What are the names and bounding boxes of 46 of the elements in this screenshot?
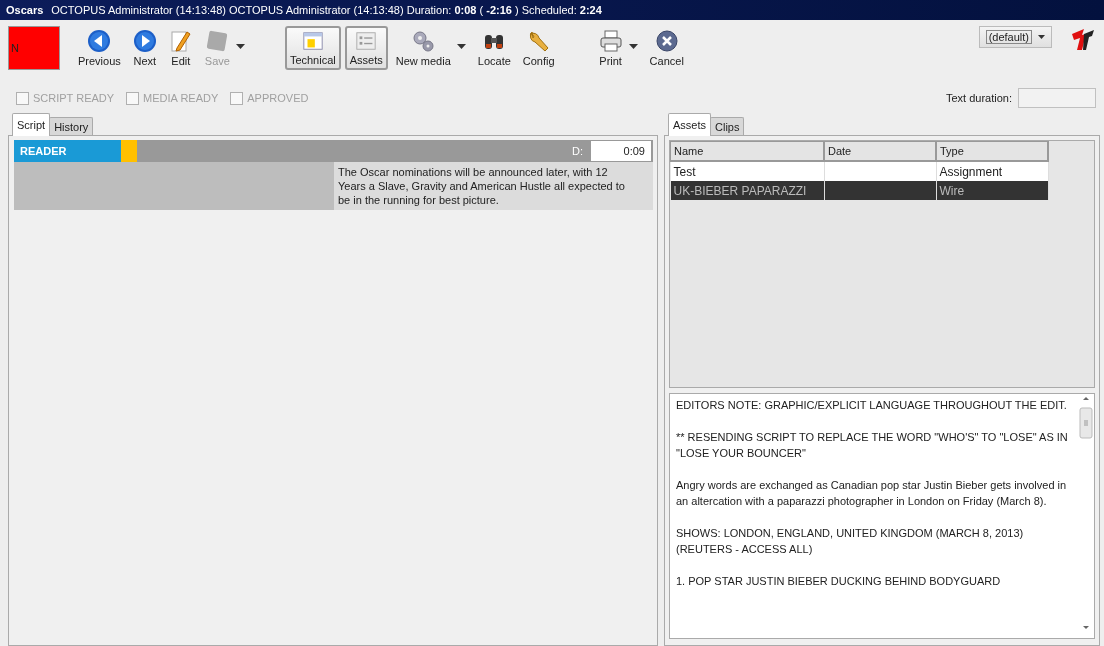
locate-button[interactable]: Locate bbox=[473, 26, 515, 70]
next-button[interactable]: Next bbox=[128, 26, 161, 70]
list-icon bbox=[354, 30, 379, 52]
cancel-icon bbox=[654, 29, 679, 53]
config-button[interactable]: Config bbox=[518, 26, 559, 70]
column-header[interactable]: Date bbox=[824, 141, 936, 161]
session-info: OCTOPUS Administrator (14:13:48) OCTOPUS Administrator (14:13:48) Duration: 0:08 ( -2:16 ) Scheduled: 2:24 bbox=[51, 4, 602, 16]
technical-button[interactable]: Technical bbox=[284, 26, 341, 70]
logo-icon bbox=[1070, 26, 1096, 52]
table-cell: Wire bbox=[936, 181, 1048, 200]
story-paragraph: EDITORS NOTE: GRAPHIC/EXPLICIT LANGUAGE THROUGHOUT THE EDIT. bbox=[676, 398, 1068, 413]
print-button[interactable]: Print bbox=[594, 26, 642, 70]
table-cell: Test bbox=[670, 161, 824, 181]
left-arrow-icon bbox=[87, 29, 112, 53]
story-paragraph: SHOWS: LONDON, ENGLAND, UNITED KINGDOM (MARCH 8, 2013) (REUTERS - ACCESS ALL) bbox=[676, 526, 1025, 557]
tab[interactable]: Script bbox=[12, 113, 51, 136]
text-duration-field[interactable] bbox=[1018, 88, 1096, 108]
story-paragraph: Angry words are exchanged as Canadian pop star Justin Bieber gets involved in an altercation with a paparazzi photographer in London on Friday (March 8). bbox=[676, 478, 1068, 509]
column-header[interactable]: Name bbox=[670, 141, 824, 161]
column-header[interactable]: Type bbox=[936, 141, 1048, 161]
story-paragraph: 1. POP STAR JUSTIN BIEBER DUCKING BEHIND BODYGUARD bbox=[676, 574, 1002, 589]
table-cell: UK-BIEBER PAPARAZZI bbox=[670, 181, 824, 200]
text-duration-label: Text duration: bbox=[945, 92, 1012, 104]
save-icon bbox=[205, 29, 230, 53]
status-swatch: N bbox=[8, 26, 60, 70]
pencil-icon bbox=[168, 29, 193, 53]
window-icon bbox=[300, 30, 325, 52]
cancel-button[interactable]: Cancel bbox=[645, 26, 688, 70]
view-dropdown[interactable]: (default) bbox=[978, 26, 1052, 48]
window-title: Oscars bbox=[6, 4, 44, 16]
block-type-label: READER bbox=[14, 140, 121, 162]
assets-button[interactable]: Assets bbox=[344, 26, 388, 70]
story-paragraph: ** RESENDING SCRIPT TO REPLACE THE WORD "WHO'S" TO "LOSE" AS IN "LOSE YOUR BOUNCER" bbox=[676, 430, 1069, 461]
printer-icon bbox=[598, 29, 623, 53]
asset-row[interactable]: UK-BIEBER PAPARAZZI Wire bbox=[670, 181, 1048, 200]
previous-button[interactable]: Previous bbox=[74, 26, 125, 70]
gears-icon bbox=[411, 29, 436, 53]
new-media-button[interactable]: New media bbox=[391, 26, 470, 70]
duration-label: D: bbox=[572, 145, 583, 157]
script-text: The Oscar nominations will be announced later, with 12 Years a Slave, Gravity and American Hustle all expected to be in the running for best picture. bbox=[334, 162, 653, 210]
right-arrow-icon bbox=[132, 29, 157, 53]
caret-icon bbox=[1038, 35, 1045, 39]
tab[interactable]: Assets bbox=[668, 113, 711, 136]
duration-field[interactable]: 0:09 bbox=[591, 141, 651, 161]
edit-button[interactable]: Edit bbox=[164, 26, 197, 70]
asset-row[interactable]: Test Assignment bbox=[670, 161, 1048, 181]
